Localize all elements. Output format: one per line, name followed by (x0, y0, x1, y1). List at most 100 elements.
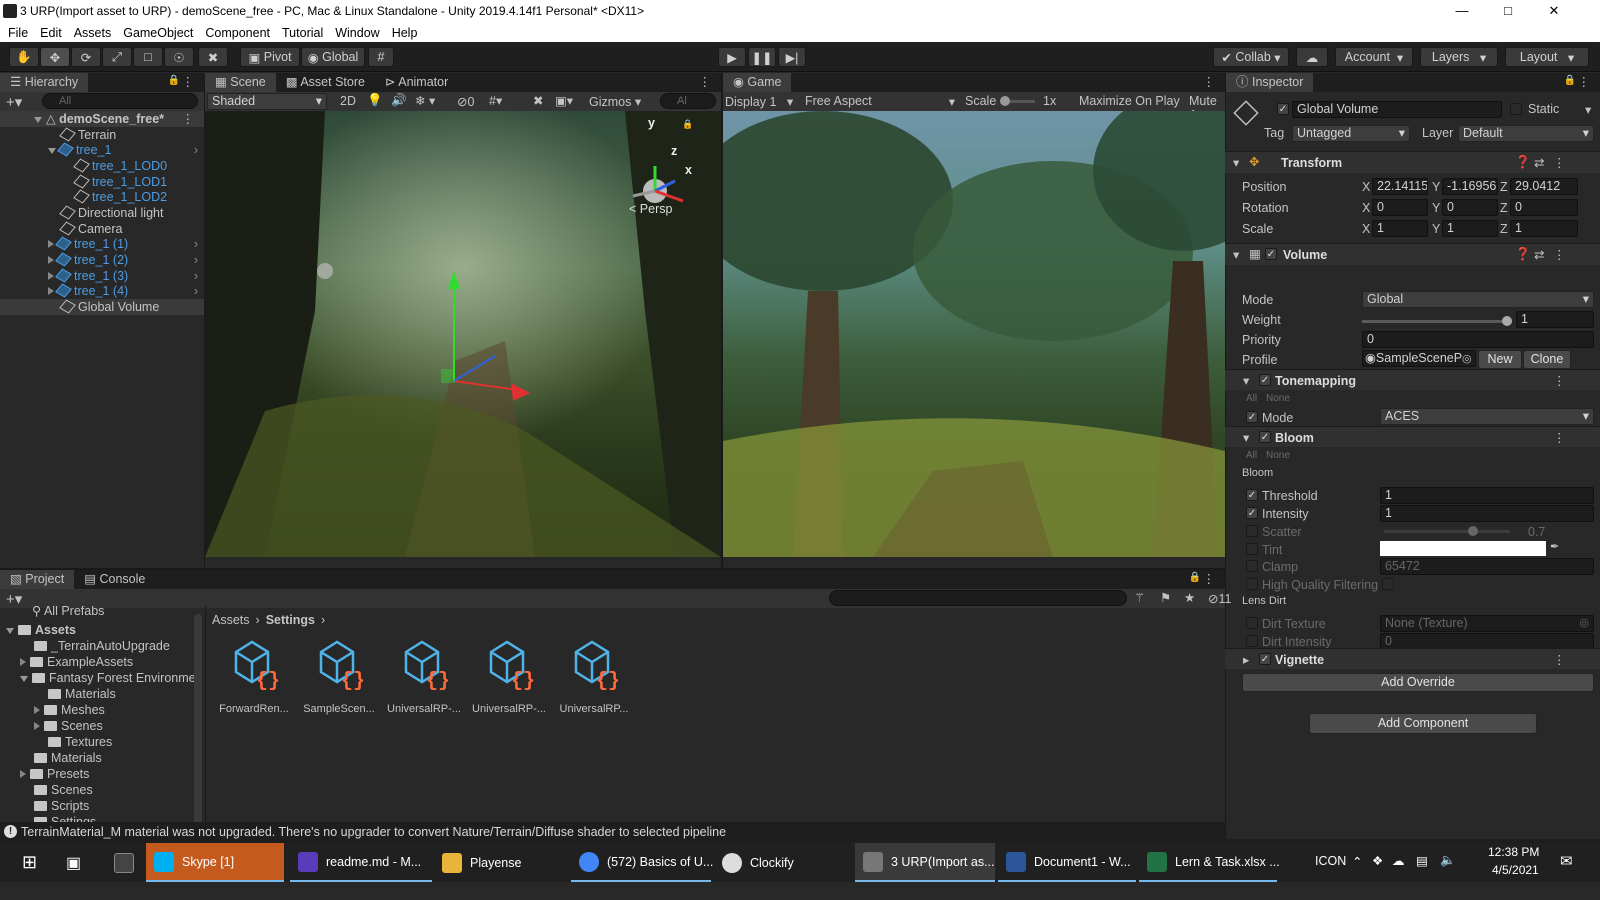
rotation-y-field[interactable]: 0 (1442, 199, 1498, 216)
taskbar-app-word[interactable]: Document1 - W... (998, 843, 1136, 882)
volume-enabled-checkbox[interactable]: ✓ (1265, 248, 1277, 260)
volume-icon[interactable]: 🔈 (1440, 853, 1456, 868)
2d-toggle[interactable]: 2D (340, 94, 356, 108)
threshold-override[interactable]: ✓ (1246, 489, 1258, 501)
onedrive-icon[interactable]: ☁ (1392, 853, 1405, 868)
rotation-z-field[interactable]: 0 (1510, 199, 1578, 216)
asset-tile-0[interactable]: {} (232, 638, 280, 693)
unity-hub-icon[interactable] (106, 843, 142, 882)
vignette-enabled-checkbox[interactable]: ✓ (1259, 653, 1271, 665)
hierarchy-item-camera[interactable]: Camera (0, 221, 204, 237)
folder-example-assets[interactable]: ExampleAssets (0, 654, 203, 670)
static-label[interactable]: Static (1528, 102, 1559, 116)
folder-scenes[interactable]: Scenes (0, 782, 203, 798)
menu-assets[interactable]: Assets (74, 26, 112, 40)
dirt-texture-field[interactable]: None (Texture) ◎ (1380, 615, 1594, 632)
override-menu-icon[interactable]: ⋮ (1553, 652, 1566, 667)
rotation-x-field[interactable]: 0 (1372, 199, 1428, 216)
threshold-field[interactable]: 1 (1380, 487, 1594, 504)
folder-ff-meshes[interactable]: Meshes (0, 702, 203, 718)
project-search-input[interactable] (829, 590, 1127, 606)
layout-dropdown[interactable]: Layout ▾ (1505, 47, 1589, 67)
create-button[interactable]: +▾ (6, 93, 22, 111)
folder-fantasy-forest[interactable]: Fantasy Forest Environme (0, 670, 203, 686)
transform-tool-icon[interactable]: ☉ (164, 47, 194, 67)
tab-animator[interactable]: ⊳ Animator (375, 73, 458, 92)
folder-presets[interactable]: Presets (0, 766, 203, 782)
scale-x-field[interactable]: 1 (1372, 220, 1428, 237)
object-picker-icon[interactable]: ◎ (1462, 352, 1472, 365)
folder-ff-materials[interactable]: Materials (0, 686, 203, 702)
component-menu-icon[interactable]: ⋮ (1553, 155, 1566, 170)
menu-tutorial[interactable]: Tutorial (282, 26, 323, 40)
intensity-override[interactable]: ✓ (1246, 507, 1258, 519)
tint-color-swatch[interactable] (1380, 541, 1546, 556)
panel-menu-icon[interactable]: ⋮ (699, 74, 712, 89)
taskbar-app-markdown[interactable]: readme.md - M... (290, 843, 432, 882)
breadcrumb-assets[interactable]: Assets (212, 613, 250, 627)
menu-file[interactable]: File (8, 26, 28, 40)
menu-window[interactable]: Window (335, 26, 379, 40)
panel-menu-icon[interactable]: ⋮ (1203, 74, 1216, 89)
dirt-intensity-override[interactable] (1246, 635, 1258, 647)
hierarchy-item-tree1-4[interactable]: tree_1 (4) › (0, 283, 204, 299)
folder-pane-divider[interactable] (205, 606, 206, 839)
object-picker-icon[interactable]: ◎ (1579, 616, 1589, 631)
layer-dropdown[interactable]: Default ▾ (1458, 125, 1594, 142)
bloom-all-link[interactable]: All (1246, 450, 1257, 461)
effects-icon[interactable]: ❄ ▾ (415, 93, 435, 108)
scale-tool-icon[interactable]: ⤢ (102, 47, 132, 67)
hidden-packages-icon[interactable]: ⊘11 (1208, 591, 1231, 606)
folder-scripts[interactable]: Scripts (0, 798, 203, 814)
scene-root-row[interactable]: △ demoScene_free* ⋮ (0, 111, 204, 127)
chevron-right-icon[interactable]: › (194, 268, 198, 284)
shading-dropdown[interactable]: Shaded ▾ (207, 93, 327, 110)
tonemapping-mode-override[interactable]: ✓ (1246, 411, 1258, 423)
axis-z-label[interactable]: Z (1500, 180, 1508, 194)
position-y-field[interactable]: -1.16956 (1442, 178, 1498, 195)
maximize-button[interactable]: □ (1485, 0, 1531, 23)
grid-toggle-icon[interactable]: #▾ (489, 93, 502, 108)
folder-materials[interactable]: Materials (0, 750, 203, 766)
hierarchy-search-input[interactable]: All (42, 93, 198, 109)
asset-tile-3[interactable]: {} (487, 638, 535, 693)
scene-search-input[interactable]: Al (660, 93, 716, 109)
weight-slider-thumb[interactable] (1502, 316, 1512, 326)
cloud-button[interactable]: ☁ (1296, 47, 1328, 67)
position-x-field[interactable]: 22.14115 (1372, 178, 1428, 195)
task-view-button[interactable]: ▣ (58, 843, 81, 882)
lock-icon[interactable]: 🔒 (1189, 572, 1201, 583)
folder-terrain-auto-upgrade[interactable]: _TerrainAutoUpgrade (0, 638, 203, 654)
chevron-right-icon[interactable]: › (194, 252, 198, 268)
profile-clone-button[interactable]: Clone (1523, 350, 1571, 369)
clamp-field[interactable]: 65472 (1380, 558, 1594, 575)
tab-project[interactable]: ▧ Project (0, 570, 75, 589)
filter-type-icon[interactable]: ⚚ (1134, 590, 1145, 605)
tab-inspector[interactable]: ⓘ Inspector (1226, 73, 1314, 92)
taskbar-app-file-explorer[interactable]: Playense (434, 843, 568, 882)
override-menu-icon[interactable]: ⋮ (1553, 430, 1566, 445)
component-menu-icon[interactable]: ⋮ (1553, 247, 1566, 262)
scatter-slider[interactable] (1384, 526, 1510, 536)
override-menu-icon[interactable]: ⋮ (1553, 373, 1566, 388)
start-button[interactable]: ⊞ (14, 843, 37, 882)
tab-console[interactable]: ▤ Console (74, 570, 155, 589)
eyedropper-icon[interactable]: ✒ (1550, 540, 1559, 553)
axis-x-label[interactable]: X (1362, 180, 1370, 194)
tonemapping-none-link[interactable]: None (1266, 393, 1290, 404)
rect-tool-icon[interactable]: □ (133, 47, 163, 67)
taskbar-icon-label[interactable]: ICON (1315, 854, 1346, 868)
layers-dropdown[interactable]: Layers ▾ (1420, 47, 1498, 67)
folder-assets[interactable]: Assets (0, 622, 203, 638)
pivot-toggle[interactable]: ▣ Pivot (240, 47, 300, 67)
add-component-button[interactable]: Add Component (1309, 713, 1537, 734)
scale-y-field[interactable]: 1 (1442, 220, 1498, 237)
breadcrumb-settings[interactable]: Settings (266, 613, 315, 627)
axis-y-label[interactable]: Y (1432, 180, 1440, 194)
all-prefabs-item[interactable]: ⚲ All Prefabs (0, 606, 203, 619)
profile-field[interactable]: ◉SampleSceneP (1362, 350, 1476, 367)
view-lock-icon[interactable]: 🔒 (682, 119, 693, 130)
static-dropdown-icon[interactable]: ▾ (1585, 102, 1591, 117)
notification-icon[interactable]: ✉ (1560, 852, 1573, 870)
play-button[interactable]: ▶ (718, 47, 746, 67)
